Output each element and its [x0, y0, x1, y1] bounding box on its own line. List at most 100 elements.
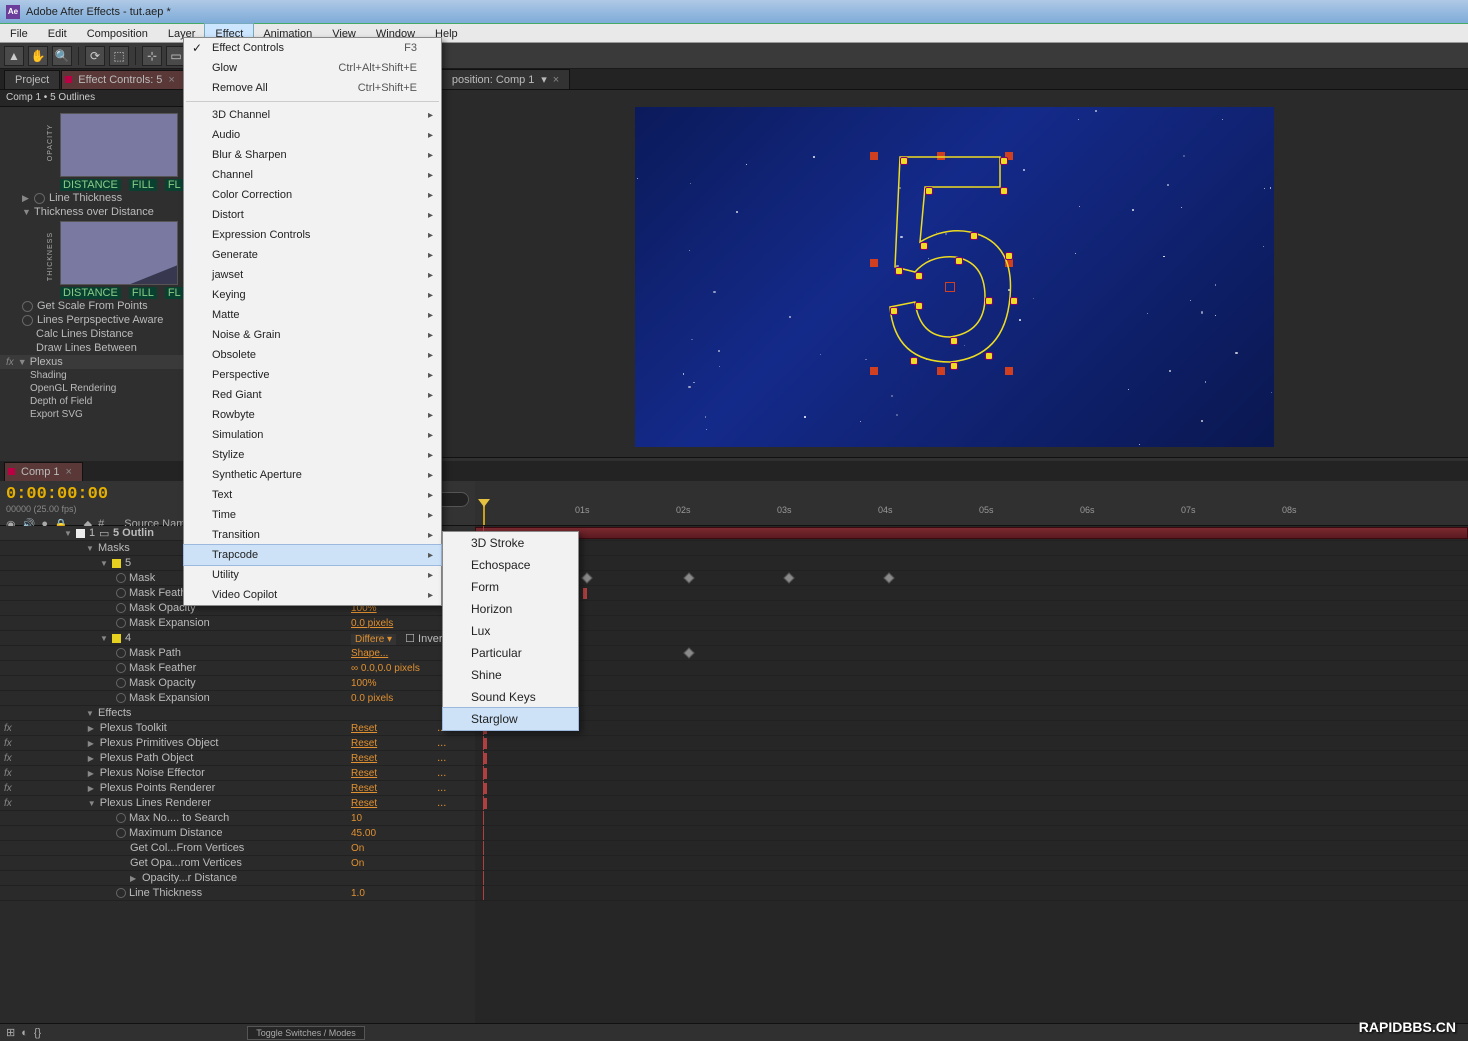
stopwatch-icon[interactable] [116, 813, 126, 823]
effect-category-item[interactable]: Trapcode [184, 545, 441, 565]
timeline-track[interactable] [475, 556, 1468, 571]
effect-category-item[interactable]: Time [184, 505, 441, 525]
timeline-tracks[interactable] [475, 526, 1468, 1023]
effect-category-item[interactable]: Blur & Sharpen [184, 145, 441, 165]
menu-composition[interactable]: Composition [77, 24, 158, 42]
timeline-track[interactable] [475, 586, 1468, 601]
opacity-graph[interactable]: OPACITY [60, 113, 178, 177]
timeline-row[interactable]: Mask Expansion0.0 pixels [0, 691, 475, 706]
timeline-track[interactable] [475, 661, 1468, 676]
stopwatch-icon[interactable] [34, 193, 45, 204]
submenu-item[interactable]: Echospace [443, 554, 578, 576]
composition-view[interactable] [441, 90, 1468, 457]
effect-category-item[interactable]: Distort [184, 205, 441, 225]
effect-category-item[interactable]: Synthetic Aperture [184, 465, 441, 485]
submenu-item[interactable]: Starglow [443, 708, 578, 730]
brackets-icon[interactable]: {} [34, 1027, 41, 1039]
effect-category-item[interactable]: Rowbyte [184, 405, 441, 425]
timeline-row[interactable]: Mask Feather∞ 0.0,0.0 pixels [0, 661, 475, 676]
stopwatch-icon[interactable] [22, 315, 33, 326]
timeline-row[interactable]: fx▶Plexus Points RendererReset... [0, 781, 475, 796]
menu-edit[interactable]: Edit [38, 24, 77, 42]
effect-category-item[interactable]: Simulation [184, 425, 441, 445]
stopwatch-icon[interactable] [22, 301, 33, 312]
timeline-track[interactable] [475, 871, 1468, 886]
timeline-track[interactable] [475, 676, 1468, 691]
timeline-track[interactable] [475, 526, 1468, 541]
effect-category-item[interactable]: jawset [184, 265, 441, 285]
time-ruler[interactable]: 01s02s03s04s05s06s07s08s [475, 481, 1468, 525]
submenu-item[interactable]: Lux [443, 620, 578, 642]
timeline-track[interactable] [475, 751, 1468, 766]
effect-menu-item[interactable]: GlowCtrl+Alt+Shift+E [184, 58, 441, 78]
current-time-indicator[interactable] [483, 499, 485, 525]
submenu-item[interactable]: Form [443, 576, 578, 598]
submenu-item[interactable]: Shine [443, 664, 578, 686]
stopwatch-icon[interactable] [116, 603, 126, 613]
composition-viewer-tab[interactable]: position: Comp 1 ▾× [441, 69, 570, 89]
effect-category-item[interactable]: Noise & Grain [184, 325, 441, 345]
stopwatch-icon[interactable] [116, 888, 126, 898]
toggle-switches-icon[interactable]: ⊞ [6, 1026, 15, 1039]
current-timecode[interactable]: 0:00:00:00 [6, 485, 108, 504]
stopwatch-icon[interactable] [116, 588, 126, 598]
effect-menu-item[interactable]: Remove AllCtrl+Shift+E [184, 78, 441, 98]
effect-category-item[interactable]: Color Correction [184, 185, 441, 205]
stopwatch-icon[interactable] [116, 828, 126, 838]
timeline-row[interactable]: Get Col...From VerticesOn [0, 841, 475, 856]
timeline-track[interactable] [475, 706, 1468, 721]
timeline-row[interactable]: Maximum Distance45.00 [0, 826, 475, 841]
timeline-track[interactable] [475, 631, 1468, 646]
timeline-track[interactable] [475, 766, 1468, 781]
effect-category-item[interactable]: Keying [184, 285, 441, 305]
stopwatch-icon[interactable] [116, 693, 126, 703]
effect-category-item[interactable]: Utility [184, 565, 441, 585]
timeline-track[interactable] [475, 571, 1468, 586]
effect-controls-tab[interactable]: Effect Controls: 5× [61, 70, 186, 89]
stopwatch-icon[interactable] [116, 618, 126, 628]
timeline-track[interactable] [475, 691, 1468, 706]
zoom-tool[interactable]: 🔍 [52, 46, 72, 66]
effect-category-item[interactable]: Audio [184, 125, 441, 145]
timeline-track[interactable] [475, 841, 1468, 856]
timeline-track[interactable] [475, 796, 1468, 811]
effect-category-item[interactable]: Matte [184, 305, 441, 325]
timeline-track[interactable] [475, 856, 1468, 871]
close-icon[interactable]: × [553, 74, 559, 86]
timeline-row[interactable]: fx▼Plexus Lines RendererReset... [0, 796, 475, 811]
timeline-row[interactable]: fx▶Plexus Path ObjectReset... [0, 751, 475, 766]
hand-tool[interactable]: ✋ [28, 46, 48, 66]
effect-category-item[interactable]: 3D Channel [184, 105, 441, 125]
timeline-track[interactable] [475, 736, 1468, 751]
timeline-row[interactable]: fx▶Plexus ToolkitReset... [0, 721, 475, 736]
timeline-track[interactable] [475, 601, 1468, 616]
effect-category-item[interactable]: Perspective [184, 365, 441, 385]
close-icon[interactable]: × [168, 74, 174, 86]
selection-tool[interactable]: ▲ [4, 46, 24, 66]
timeline-comp-tab[interactable]: Comp 1× [4, 462, 83, 481]
stopwatch-icon[interactable] [116, 663, 126, 673]
project-tab[interactable]: Project [4, 70, 60, 89]
effect-category-item[interactable]: Generate [184, 245, 441, 265]
timeline-row[interactable]: Max No.... to Search10 [0, 811, 475, 826]
effect-category-item[interactable]: Obsolete [184, 345, 441, 365]
rotate-tool[interactable]: ⟳ [85, 46, 105, 66]
timeline-track[interactable] [475, 541, 1468, 556]
timeline-track[interactable] [475, 616, 1468, 631]
effect-category-item[interactable]: Transition [184, 525, 441, 545]
effect-category-item[interactable]: Video Copilot [184, 585, 441, 605]
timeline-row[interactable]: fx▶Plexus Noise EffectorReset... [0, 766, 475, 781]
timeline-row[interactable]: Line Thickness1.0 [0, 886, 475, 901]
submenu-item[interactable]: Horizon [443, 598, 578, 620]
timeline-track[interactable] [475, 646, 1468, 661]
timeline-track[interactable] [475, 811, 1468, 826]
timeline-track[interactable] [475, 781, 1468, 796]
submenu-item[interactable]: 3D Stroke [443, 532, 578, 554]
effect-category-item[interactable]: Expression Controls [184, 225, 441, 245]
effect-category-item[interactable]: Text [184, 485, 441, 505]
timeline-row[interactable]: ▶Opacity...r Distance [0, 871, 475, 886]
camera-tool[interactable]: ⬚ [109, 46, 129, 66]
timeline-track[interactable] [475, 721, 1468, 736]
timeline-row[interactable]: ▼4Differe ▾ ☐ Inverted [0, 631, 475, 646]
effect-category-item[interactable]: Red Giant [184, 385, 441, 405]
